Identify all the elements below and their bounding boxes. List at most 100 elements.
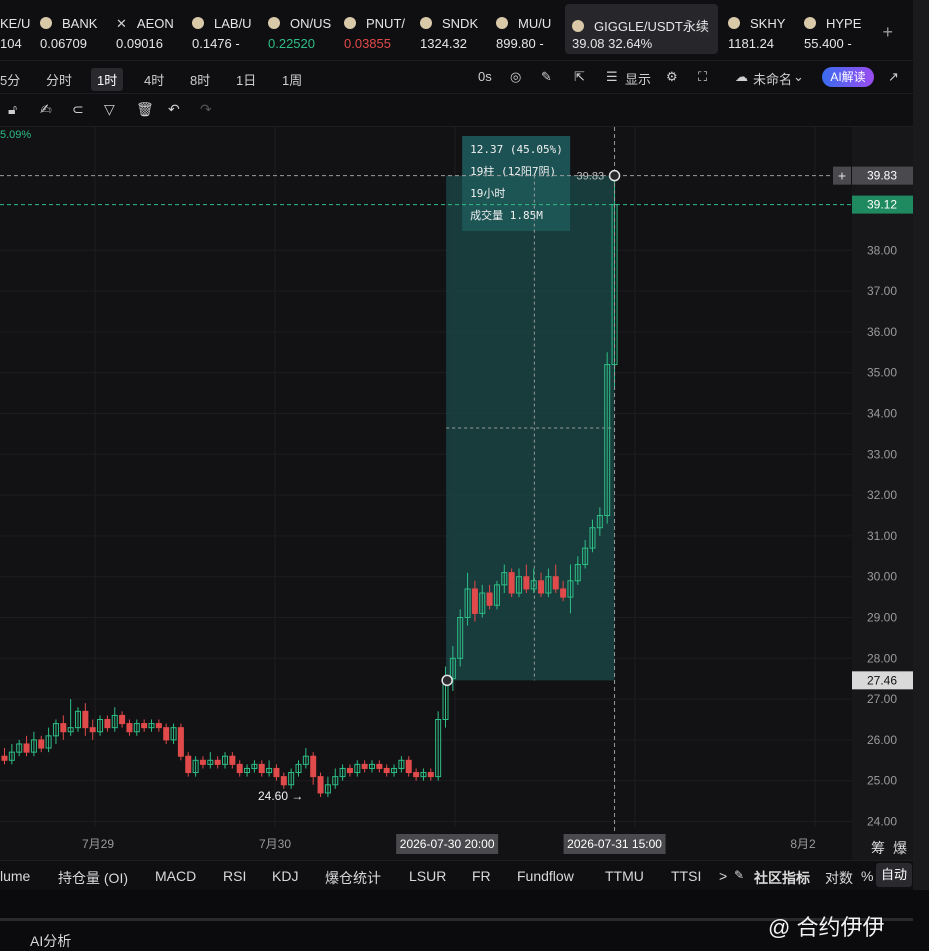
trash-icon[interactable]: 🗑︎ <box>136 101 154 118</box>
y-tick-label: 31.00 <box>867 529 897 543</box>
candle-body <box>141 723 148 729</box>
ticker-name: HYPE <box>826 16 862 31</box>
ind-macd[interactable]: MACD <box>155 868 196 884</box>
ai-interpret-button[interactable]: AI解读 <box>822 67 874 87</box>
last-price-label: 39.12 <box>867 198 897 212</box>
ticker-price: 0.03855 <box>344 36 391 51</box>
display-icon[interactable]: ☰ <box>606 69 618 85</box>
ticker-name: LAB/U <box>214 16 252 31</box>
grid <box>0 127 852 827</box>
timeframe-4h[interactable]: 4时 <box>144 70 164 89</box>
ticker-item[interactable]: KE/U 104 <box>0 8 30 54</box>
ticker-item[interactable]: SNDK 1324.32 <box>420 8 485 54</box>
ind-ttmu[interactable]: TTMU <box>605 868 644 884</box>
share-out-icon[interactable]: ⇱ <box>574 69 585 85</box>
timeframe-5m[interactable]: 5分 <box>0 70 20 89</box>
filter-icon[interactable]: ▽ <box>104 101 115 118</box>
candle-body <box>317 776 324 794</box>
edit-icon[interactable]: ✍︎ <box>40 101 52 118</box>
chip-label[interactable]: 筹 <box>871 838 885 858</box>
timeframe-1h[interactable]: 1时 <box>91 68 124 91</box>
auto-toggle[interactable]: 自动 <box>876 863 912 887</box>
ind-fr[interactable]: FR <box>472 868 491 884</box>
ticker-item[interactable]: LAB/U 0.1476 - <box>192 8 257 54</box>
ind-liq[interactable]: 爆仓统计 <box>325 868 381 888</box>
pencil-icon[interactable]: ✎ <box>541 69 552 85</box>
ticker-item[interactable]: MU/U 899.80 - <box>496 8 558 54</box>
settings-icon[interactable]: ⚙ <box>666 69 678 85</box>
ind-volume[interactable]: lume <box>0 868 30 884</box>
candle-body <box>486 592 493 606</box>
candlestick-chart[interactable]: 12.37 (45.05%)19柱 (12阳7阴)19小时成交量 1.85M 3… <box>0 127 913 860</box>
chart-area[interactable]: 12.37 (45.05%) 19柱 (12阳7阴) 19小时 成交量 1.85M 3… <box>0 127 913 860</box>
candle-body <box>508 572 515 594</box>
lock-icon[interactable]: 🔓︎ <box>8 101 17 118</box>
ind-rsi[interactable]: RSI <box>223 868 246 884</box>
timeframe-1w[interactable]: 1周 <box>282 70 302 89</box>
candle-body <box>236 763 243 774</box>
candle-body <box>104 719 111 729</box>
ticker-item[interactable]: ✕ AEON 0.09016 <box>116 8 181 54</box>
percent-toggle[interactable]: % <box>861 868 873 884</box>
ticker-name: SKHY <box>750 16 786 31</box>
candle-body <box>199 759 206 765</box>
y-tick-label: 35.00 <box>867 366 897 380</box>
ticker-item-active[interactable]: GIGGLE/USDT永续 39.08 32.64% <box>565 4 718 54</box>
magnet-icon[interactable]: ⊂ <box>72 101 84 118</box>
ticker-item[interactable]: HYPE 55.400 - <box>804 8 866 54</box>
ind-ttsi[interactable]: TTSI <box>671 868 701 884</box>
timeframe-line[interactable]: 分时 <box>46 70 72 89</box>
ticker-item[interactable]: SKHY 1181.24 <box>728 8 790 54</box>
ind-lsur[interactable]: LSUR <box>409 868 446 884</box>
y-tick-label: 36.00 <box>867 325 897 339</box>
timeframe-1d[interactable]: 1日 <box>236 70 256 89</box>
add-alert-icon: + <box>838 168 846 184</box>
ind-kdj[interactable]: KDJ <box>272 868 298 884</box>
undo-icon[interactable]: ↶ <box>168 101 180 118</box>
y-tick-label: 27.00 <box>867 692 897 706</box>
camera-icon[interactable]: ◎ <box>510 69 521 85</box>
candle-body <box>405 759 412 774</box>
more-chevron-icon[interactable]: > <box>719 868 727 884</box>
edit-icon[interactable]: ✎ <box>734 868 744 882</box>
ticker-name: KE/U <box>0 16 31 31</box>
candle-body <box>89 727 96 733</box>
low-note-label: 24.60 → <box>258 789 303 803</box>
fullscreen-icon[interactable]: ⛶ <box>698 69 707 85</box>
timeframe-8h[interactable]: 8时 <box>190 70 210 89</box>
ai-analysis-tab[interactable]: AI分析 <box>30 931 71 951</box>
add-ticker-icon[interactable]: + <box>882 22 893 43</box>
x-icon: ✕ <box>116 16 127 31</box>
ind-fundflow[interactable]: Fundflow <box>517 868 574 884</box>
chevron-down-icon[interactable]: ⌄ <box>793 69 804 85</box>
ticker-price: 39.08 32.64% <box>572 36 653 51</box>
layout-name[interactable]: 未命名 <box>753 69 792 88</box>
candle-body <box>383 767 390 774</box>
ticker-item[interactable]: PNUT/ 0.03855 <box>344 8 409 54</box>
coin-icon <box>572 20 584 32</box>
candle-body <box>427 772 434 778</box>
ticker-item[interactable]: BANK 0.06709 <box>40 8 105 54</box>
x-tick-label: 7月29 <box>82 837 114 851</box>
measure-tooltip-line: 19小时 <box>470 187 505 200</box>
share-icon[interactable]: ↗ <box>888 69 899 85</box>
ticker-item[interactable]: ON/US 0.22520 <box>268 8 333 54</box>
measure-start-handle <box>441 674 453 687</box>
ticker-name: PNUT/ <box>366 16 405 31</box>
display-button[interactable]: 显示 <box>625 69 651 88</box>
liq-label[interactable]: 爆 <box>893 838 907 858</box>
candle-body <box>523 576 530 590</box>
community-indicators[interactable]: 社区指标 <box>754 868 810 888</box>
ind-oi[interactable]: 持仓量 (OI) <box>58 868 128 888</box>
ticker-name: BANK <box>62 16 98 31</box>
coin-icon <box>344 17 356 29</box>
chart-percent-label: 5.09% <box>0 129 32 141</box>
coin-icon <box>268 17 280 29</box>
ticker-price: 1324.32 <box>420 36 467 51</box>
cloud-icon[interactable]: ☁ <box>735 69 748 85</box>
log-toggle[interactable]: 对数 <box>825 868 853 888</box>
redo-icon[interactable]: ↷ <box>200 101 212 118</box>
candle-body <box>119 714 126 725</box>
candle-body <box>258 763 265 774</box>
y-tick-label: 34.00 <box>867 407 897 421</box>
